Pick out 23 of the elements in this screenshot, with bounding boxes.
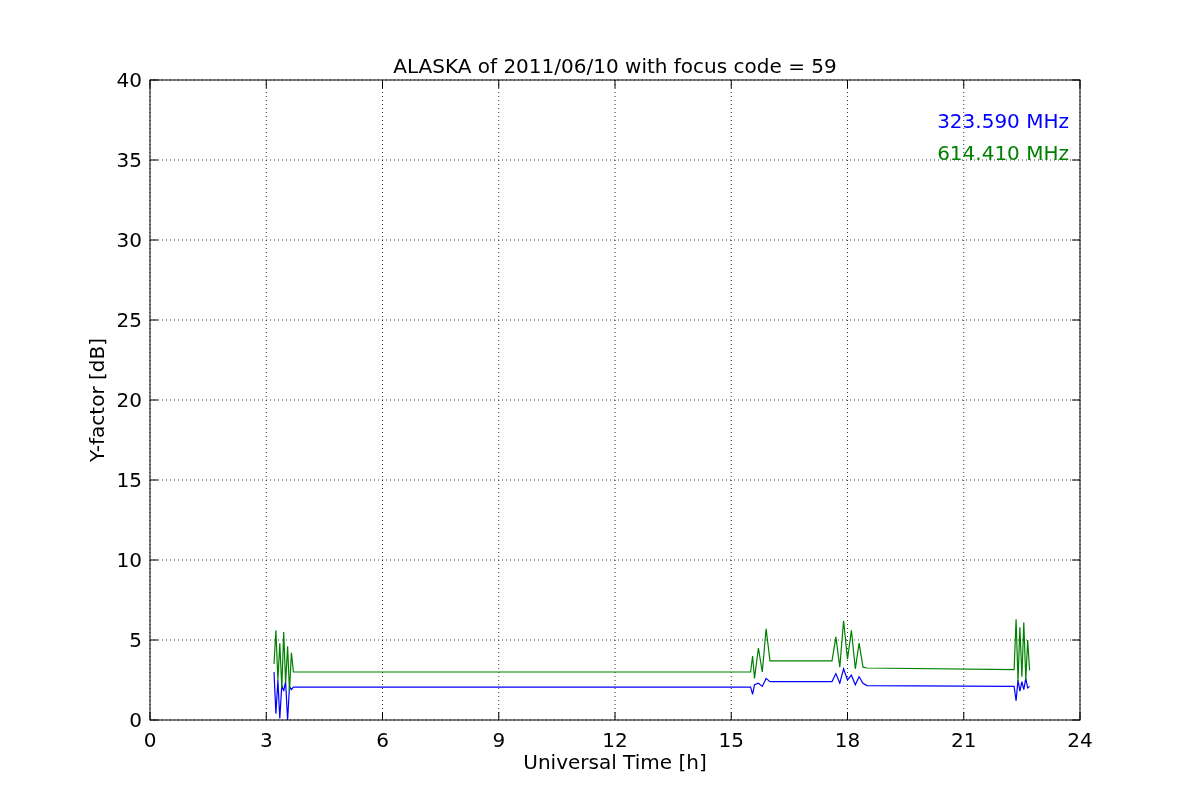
tick-label: 18 (834, 728, 861, 752)
tick-label: 25 (116, 308, 142, 332)
tick-label: 9 (492, 728, 506, 752)
legend-label: 323.590 MHz (937, 109, 1069, 133)
y-axis-label: Y-factor [dB] (85, 338, 109, 462)
tick-label: 10 (116, 548, 142, 572)
tick-label: 12 (602, 728, 628, 752)
legend-label: 614.410 MHz (937, 141, 1069, 165)
tick-label: 0 (129, 708, 142, 732)
tick-label: 24 (1067, 728, 1093, 752)
plot-title: ALASKA of 2011/06/10 with focus code = 59 (393, 54, 837, 78)
x-axis-label: Universal Time [h] (523, 750, 707, 774)
tick-label: 6 (376, 728, 389, 752)
tick-label: 0 (143, 728, 157, 752)
tick-label: 3 (259, 728, 273, 752)
tick-label: 5 (129, 628, 142, 652)
tick-label: 15 (718, 728, 744, 752)
tick-label: 20 (116, 388, 142, 412)
tick-label: 15 (116, 468, 142, 492)
tick-label: 30 (116, 228, 142, 252)
tick-label: 40 (116, 68, 142, 92)
tick-label: 21 (951, 728, 977, 752)
tick-label: 35 (116, 148, 142, 172)
